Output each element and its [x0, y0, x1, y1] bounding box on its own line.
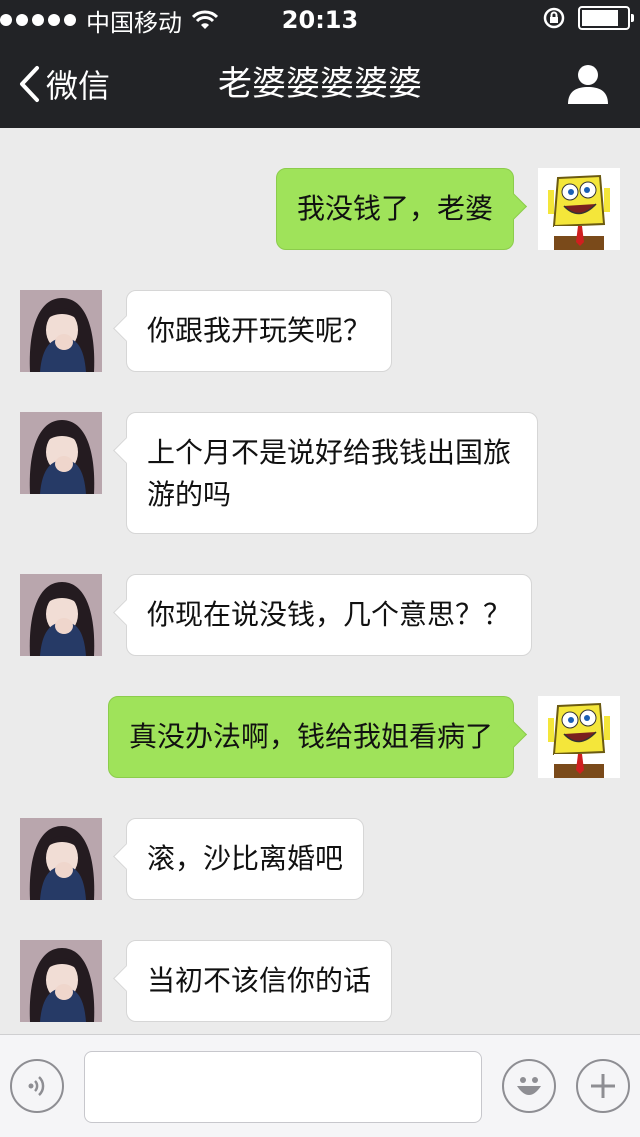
- message-text: 真没办法啊，钱给我姐看病了: [129, 720, 494, 753]
- nav-bar: 微信 老婆婆婆婆婆: [0, 40, 640, 128]
- contact-avatar[interactable]: [20, 940, 102, 1022]
- message-input[interactable]: [84, 1051, 482, 1123]
- outgoing-message-bubble[interactable]: 真没办法啊，钱给我姐看病了: [108, 696, 527, 778]
- person-icon[interactable]: [566, 62, 610, 106]
- outgoing-message-bubble[interactable]: 我没钱了，老婆: [276, 168, 527, 250]
- rotation-lock-icon: [543, 7, 565, 29]
- my-avatar[interactable]: [538, 696, 620, 778]
- incoming-message-bubble[interactable]: 你现在说没钱，几个意思？？: [113, 574, 532, 656]
- emoji-button[interactable]: [502, 1059, 556, 1113]
- battery-icon: [578, 6, 634, 30]
- sponge-cartoon-avatar: [538, 696, 620, 778]
- girl-photo-avatar: [20, 412, 102, 494]
- message-text: 滚，沙比离婚吧: [147, 842, 344, 875]
- input-bar: [0, 1034, 640, 1137]
- message-text: 你现在说没钱，几个意思？？: [147, 598, 512, 631]
- incoming-message-bubble[interactable]: 上个月不是说好给我钱出国旅游的吗: [113, 412, 538, 534]
- my-avatar[interactable]: [538, 168, 620, 250]
- message-text: 上个月不是说好给我钱出国旅游的吗: [147, 436, 512, 511]
- girl-photo-avatar: [20, 290, 102, 372]
- emoji-icon: [517, 1077, 541, 1095]
- incoming-message-bubble[interactable]: 当初不该信你的话: [113, 940, 392, 1022]
- contact-avatar[interactable]: [20, 818, 102, 900]
- contact-avatar[interactable]: [20, 574, 102, 656]
- incoming-message-bubble[interactable]: 滚，沙比离婚吧: [113, 818, 364, 900]
- girl-photo-avatar: [20, 574, 102, 656]
- message-text: 当初不该信你的话: [147, 964, 372, 997]
- more-button[interactable]: [576, 1059, 630, 1113]
- sponge-cartoon-avatar: [538, 168, 620, 250]
- incoming-message-bubble[interactable]: 你跟我开玩笑呢？: [113, 290, 392, 372]
- message-text: 你跟我开玩笑呢？: [147, 314, 372, 347]
- girl-photo-avatar: [20, 940, 102, 1022]
- chat-area[interactable]: 我没钱了，老婆 你跟我开玩笑呢？ 上个月不是说好给我钱出国旅游的吗 你现在说没钱…: [0, 128, 640, 1034]
- voice-button[interactable]: [10, 1059, 64, 1113]
- chat-title: 老婆婆婆婆婆: [218, 64, 422, 104]
- plus-icon: [591, 1074, 615, 1098]
- girl-photo-avatar: [20, 818, 102, 900]
- battery-level: [582, 10, 618, 26]
- top-bar: 中国移动 20:13 微信 老婆婆婆婆婆: [0, 0, 640, 128]
- voice-icon: [28, 1076, 45, 1096]
- contact-avatar[interactable]: [20, 290, 102, 372]
- status-bar: 中国移动 20:13: [0, 0, 640, 40]
- message-text: 我没钱了，老婆: [297, 192, 494, 225]
- contact-avatar[interactable]: [20, 412, 102, 494]
- status-right: [542, 6, 634, 30]
